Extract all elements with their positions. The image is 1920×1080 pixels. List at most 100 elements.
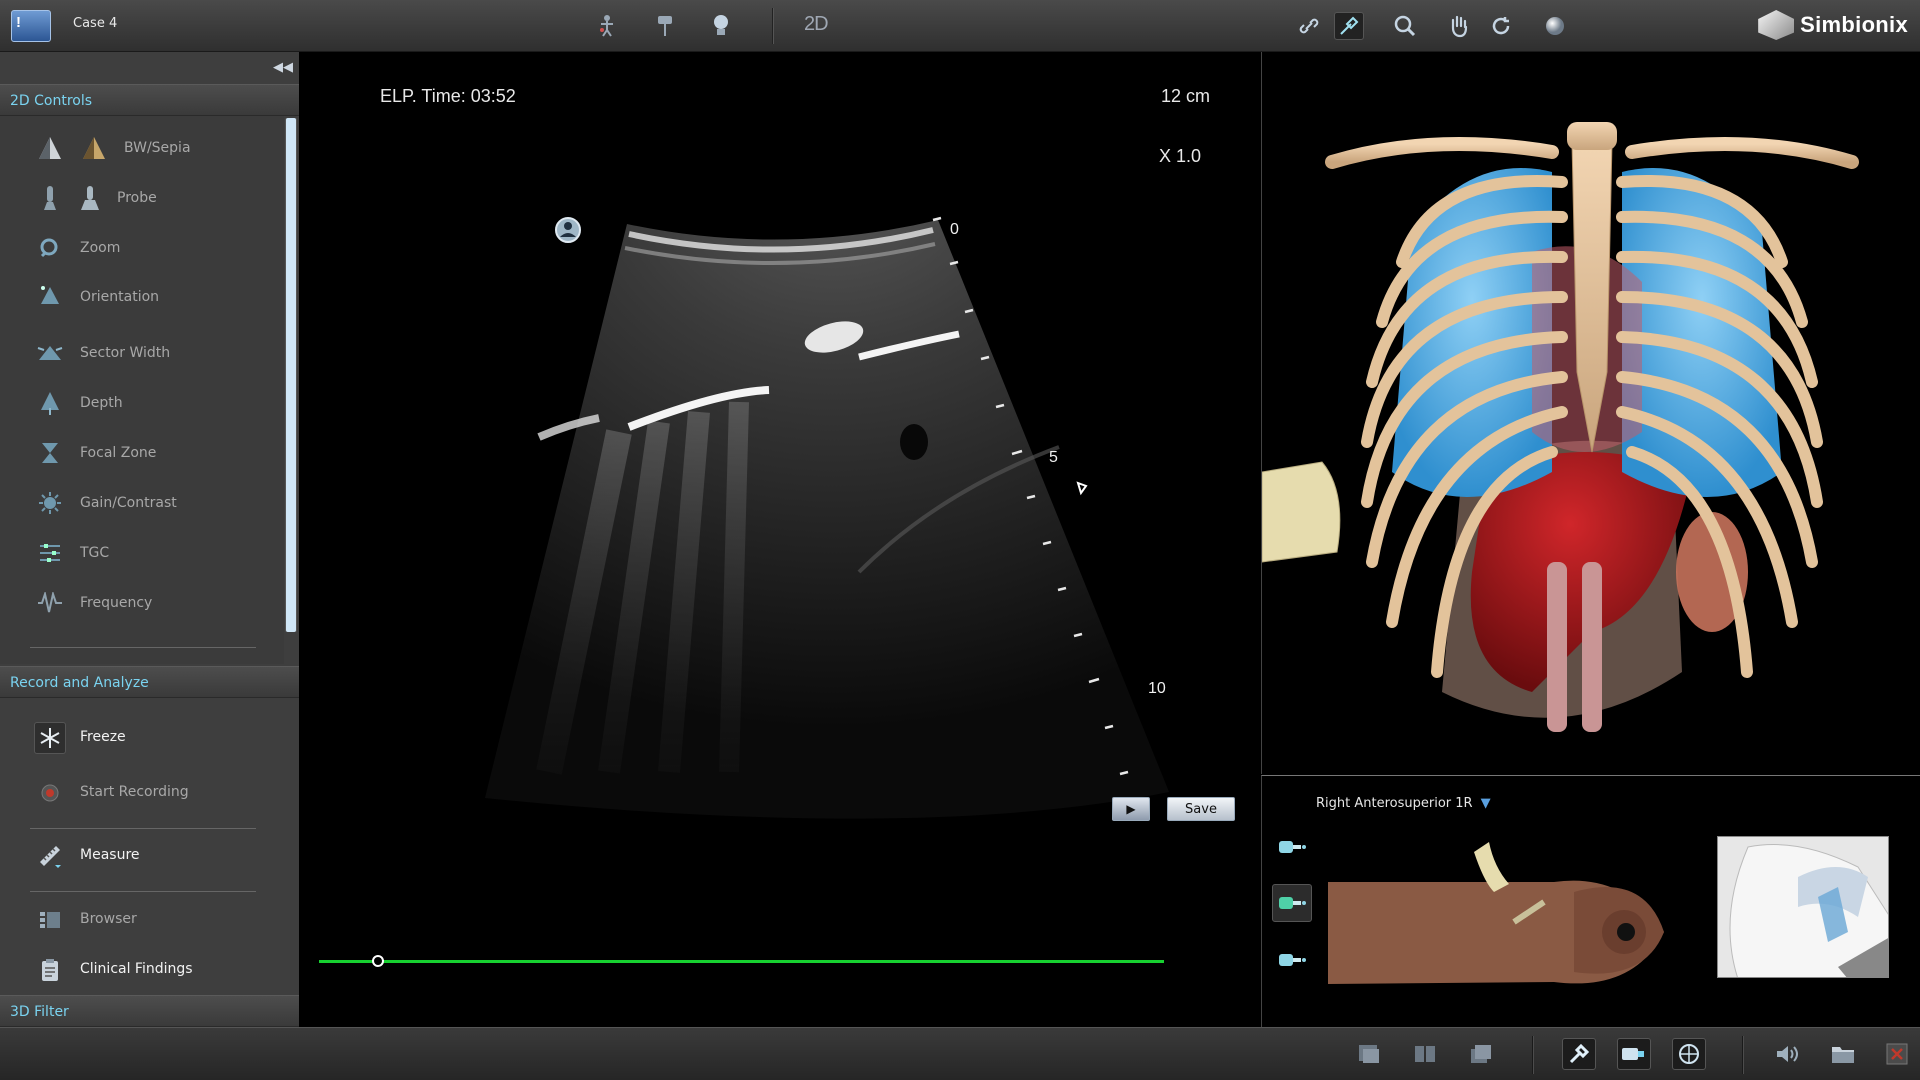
sector-sepia-icon[interactable]: [80, 134, 108, 162]
save-button[interactable]: Save: [1167, 797, 1235, 821]
control-label: Probe: [117, 190, 157, 206]
ultrasound-view[interactable]: 0 5 10 ELP. Time: 03:52 12 cm X 1.0 ▶ Sa…: [299, 52, 1260, 1027]
sector-bw-icon[interactable]: [36, 134, 64, 162]
depth-readout: 12 cm: [1161, 86, 1211, 106]
triangle-down-icon[interactable]: ▼: [1481, 796, 1491, 811]
mode-2d-dropdown[interactable]: 2D: [804, 13, 829, 36]
orientation-icon: [36, 283, 64, 311]
freeze-label: Freeze: [80, 729, 126, 745]
ultrasound-sector: [485, 220, 1169, 819]
probe-orientation-mini-view[interactable]: [1717, 836, 1889, 978]
clinical-findings-label: Clinical Findings: [80, 961, 193, 977]
control-label: Gain/Contrast: [80, 495, 177, 511]
clinical-findings-button[interactable]: Clinical Findings: [0, 948, 299, 992]
elapsed-time: ELP. Time: 03:52: [380, 86, 516, 106]
focal-zone-icon: [36, 439, 64, 467]
gain-icon: [36, 489, 64, 517]
app-logo-text: !: [16, 14, 21, 31]
anatomy-3d-view[interactable]: [1261, 52, 1920, 774]
probe-link-icon[interactable]: [1334, 12, 1364, 40]
probe-type-1-button[interactable]: [1272, 828, 1312, 866]
bottom-separator: [1532, 1036, 1533, 1074]
controls-list: BW/Sepia Probe Zoom Orientation Sector W…: [0, 116, 284, 664]
probe-position-dropdown[interactable]: Right Anterosuperior 1R ▼: [1316, 796, 1491, 811]
start-recording-button[interactable]: Start Recording: [0, 771, 299, 815]
hand-icon[interactable]: [1444, 12, 1474, 40]
play-button[interactable]: ▶: [1112, 797, 1150, 821]
section-3d-filter[interactable]: 3D Filter: [0, 995, 299, 1027]
scrollbar-thumb[interactable]: [286, 118, 296, 632]
browser-button[interactable]: Browser: [0, 898, 299, 942]
brand: Simbionix: [1758, 10, 1908, 40]
folder-icon[interactable]: [1826, 1038, 1860, 1070]
snowflake-icon: [34, 722, 66, 754]
probe-icon: [36, 184, 64, 212]
target-icon[interactable]: [1672, 1038, 1706, 1070]
magnify-icon[interactable]: [1390, 12, 1420, 40]
control-label: Focal Zone: [80, 445, 157, 461]
start-recording-label: Start Recording: [80, 784, 189, 800]
freeze-button[interactable]: Freeze: [0, 716, 299, 760]
section-record-analyze[interactable]: Record and Analyze: [0, 666, 299, 698]
control-label: Sector Width: [80, 345, 171, 361]
app-logo[interactable]: !: [11, 10, 51, 42]
control-label: Orientation: [80, 289, 160, 305]
record-divider: [30, 828, 256, 829]
split-view-icon[interactable]: [1408, 1038, 1442, 1070]
control-frequency[interactable]: Frequency: [0, 583, 284, 623]
rotate-icon[interactable]: [1486, 12, 1516, 40]
sector-width-icon: [36, 339, 64, 367]
playback-timeline[interactable]: [319, 960, 1164, 963]
case-title: Case 4: [73, 16, 118, 31]
bottom-separator: [1742, 1036, 1743, 1074]
control-bw-sepia[interactable]: BW/Sepia: [0, 128, 284, 168]
zoom-icon: [36, 234, 64, 262]
probe-alt-icon[interactable]: [76, 184, 104, 212]
measure-label: Measure: [80, 847, 140, 863]
control-zoom[interactable]: Zoom: [0, 228, 284, 268]
single-view-icon[interactable]: [1352, 1038, 1386, 1070]
skeleton-view-icon[interactable]: [592, 12, 622, 40]
control-label: Zoom: [80, 240, 121, 256]
pin-icon[interactable]: [650, 12, 680, 40]
depth-icon: [36, 389, 64, 417]
orientation-marker-icon[interactable]: [555, 217, 581, 243]
depth-scale-label-10: 10: [1148, 680, 1166, 697]
tgc-icon: [36, 539, 64, 567]
toolbar-separator: [772, 8, 773, 44]
sphere-icon[interactable]: [1540, 12, 1570, 40]
lightbulb-icon[interactable]: [706, 12, 736, 40]
probe-type-3-button[interactable]: [1272, 941, 1312, 979]
control-label: BW/Sepia: [124, 140, 191, 156]
close-icon[interactable]: [1880, 1038, 1914, 1070]
probe-position-panel: Right Anterosuperior 1R ▼: [1261, 775, 1920, 1027]
control-probe[interactable]: Probe: [0, 178, 284, 218]
control-tgc[interactable]: TGC: [0, 533, 284, 573]
frequency-icon: [36, 589, 64, 617]
section-2d-controls[interactable]: 2D Controls: [0, 84, 299, 116]
depth-scale-label-0: 0: [950, 221, 959, 238]
ruler-icon: [34, 840, 66, 872]
probe-type-2-button[interactable]: [1272, 884, 1312, 922]
probe-type-3-icon: [1279, 954, 1306, 966]
controls-scrollbar[interactable]: [285, 118, 297, 632]
control-depth[interactable]: Depth: [0, 383, 284, 423]
brand-logo-icon: [1758, 10, 1795, 40]
torso-model[interactable]: [1324, 812, 1704, 992]
measure-button[interactable]: Measure: [0, 834, 299, 878]
controls-divider: [30, 647, 256, 648]
control-label: Frequency: [80, 595, 153, 611]
overlay-view-icon[interactable]: [1464, 1038, 1498, 1070]
link-icon[interactable]: [1294, 12, 1324, 40]
focal-marker-icon[interactable]: [1076, 481, 1088, 496]
control-orientation[interactable]: Orientation: [0, 277, 284, 317]
volume-icon[interactable]: [1770, 1038, 1804, 1070]
control-focal-zone[interactable]: Focal Zone: [0, 433, 284, 473]
double-chevron-left-icon[interactable]: ◀◀: [273, 60, 293, 75]
control-gain-contrast[interactable]: Gain/Contrast: [0, 483, 284, 523]
brand-name: Simbionix: [1800, 12, 1908, 37]
probe-tool-icon[interactable]: [1562, 1038, 1596, 1070]
camera-probe-icon[interactable]: [1617, 1038, 1651, 1070]
control-sector-width[interactable]: Sector Width: [0, 333, 284, 373]
probe-position-label: Right Anterosuperior 1R: [1316, 796, 1473, 811]
